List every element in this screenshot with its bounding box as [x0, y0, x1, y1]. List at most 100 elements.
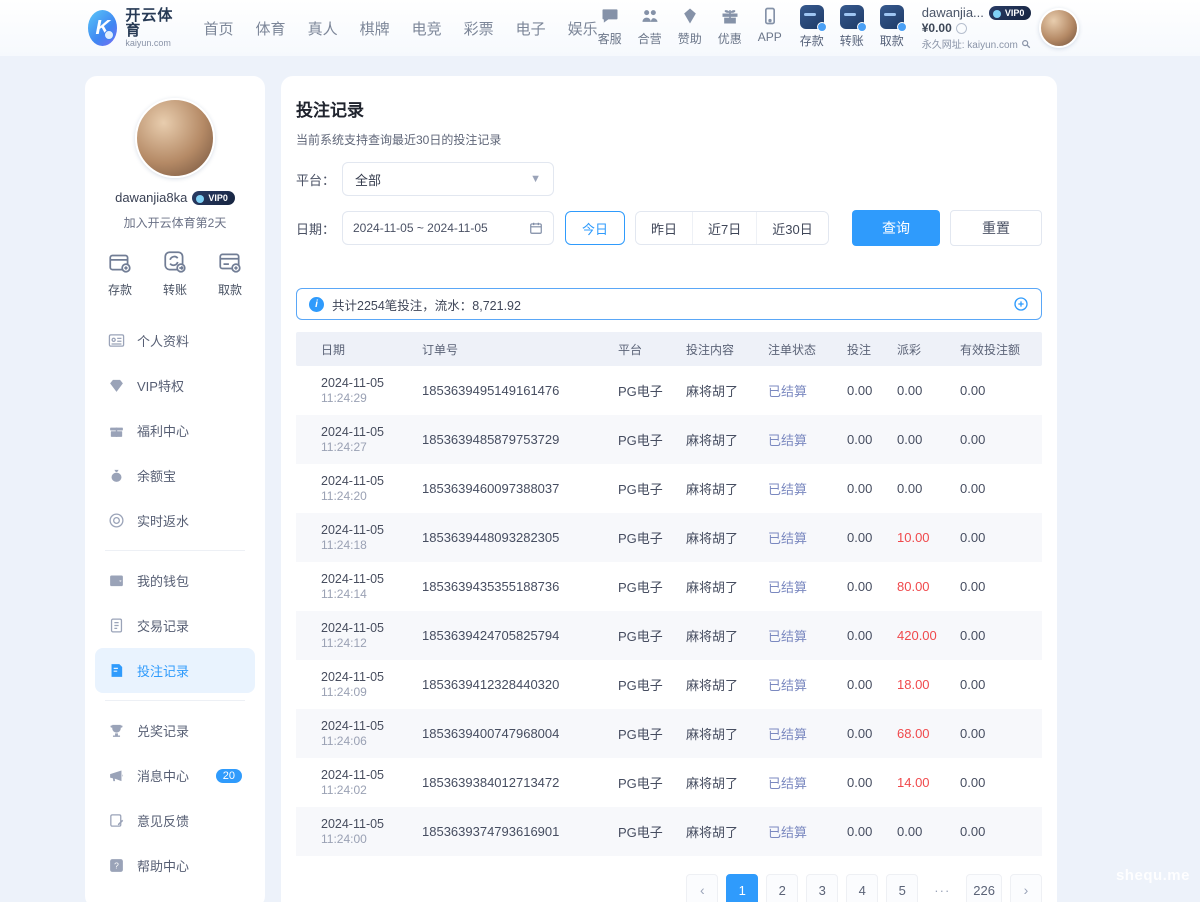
sidebar-item-yuebao[interactable]: 余额宝	[95, 453, 255, 498]
promo-label: 优惠	[718, 30, 742, 47]
page-button-1[interactable]: 1	[726, 874, 758, 902]
wallet-links: 存款 转账 取款	[800, 5, 904, 49]
cell-bet: 0.00	[847, 775, 897, 790]
sidebar-item-messages[interactable]: 消息中心 20	[95, 753, 255, 798]
date-range-input[interactable]: 2024-11-05 ~ 2024-11-05	[342, 211, 554, 245]
sidebar-item-profile[interactable]: 个人资料	[95, 318, 255, 363]
football-icon	[104, 30, 114, 40]
site-logo[interactable]: K 开云体育 kaiyun.com	[88, 8, 178, 49]
yesterday-filter-button[interactable]: 昨日	[636, 212, 692, 244]
deposit-icon	[800, 5, 824, 29]
search-button[interactable]: 查询	[852, 210, 940, 246]
withdraw-link[interactable]: 取款	[880, 5, 904, 49]
next-page-button[interactable]: ›	[1010, 874, 1042, 902]
info-icon: i	[309, 297, 324, 312]
cell-content: 麻将胡了	[686, 773, 768, 792]
sidebar-item-rebate[interactable]: 实时返水	[95, 498, 255, 543]
cell-payout: 10.00	[897, 530, 960, 545]
last7days-filter-button[interactable]: 近7日	[692, 212, 756, 244]
permanent-site: 永久网址: kaiyun.com	[922, 36, 1018, 51]
partner-label: 合营	[638, 30, 662, 47]
cell-content: 麻将胡了	[686, 675, 768, 694]
nav-live[interactable]: 真人	[308, 18, 338, 39]
magnifier-icon[interactable]	[1021, 39, 1031, 49]
page-button-3[interactable]: 3	[806, 874, 838, 902]
sidebar-item-transactions[interactable]: 交易记录	[95, 603, 255, 648]
table-header: 日期 订单号 平台 投注内容 注单状态 投注 派彩 有效投注额	[296, 332, 1042, 366]
platform-select[interactable]: 全部 ▼	[342, 162, 554, 196]
sidebar-item-prize-records[interactable]: 兑奖记录	[95, 708, 255, 753]
username[interactable]: dawanjia...	[922, 5, 984, 20]
last30days-filter-button[interactable]: 近30日	[756, 212, 827, 244]
calendar-icon	[529, 221, 543, 235]
col-date: 日期	[321, 341, 422, 358]
logo-title: 开云体育	[125, 8, 177, 38]
cell-status: 已结算	[768, 381, 847, 400]
sponsor-link[interactable]: 赞助	[678, 5, 702, 47]
transfer-link[interactable]: 转账	[840, 5, 864, 49]
id-card-icon	[108, 332, 125, 349]
gift-icon	[108, 422, 125, 439]
table-row: 2024-11-0511:24:12 1853639424705825794 P…	[296, 611, 1042, 660]
money-pouch-icon	[108, 467, 125, 484]
prev-page-button[interactable]: ‹	[686, 874, 718, 902]
cell-bet: 0.00	[847, 726, 897, 741]
nav-entertainment[interactable]: 娱乐	[568, 18, 598, 39]
nav-home[interactable]: 首页	[204, 18, 234, 39]
avatar[interactable]	[135, 98, 215, 178]
pagination-ellipsis[interactable]: ···	[926, 874, 958, 902]
cell-order: 1853639400747968004	[422, 726, 618, 741]
nav-sports[interactable]: 体育	[256, 18, 286, 39]
page-button-5[interactable]: 5	[886, 874, 918, 902]
nav-lottery[interactable]: 彩票	[464, 18, 494, 39]
col-bet: 投注	[847, 341, 897, 358]
sidebar-item-label: VIP特权	[137, 376, 184, 395]
col-platform: 平台	[618, 341, 686, 358]
phone-icon	[759, 5, 781, 27]
partner-link[interactable]: 合营	[638, 5, 662, 47]
cell-platform: PG电子	[618, 724, 686, 743]
sidebar-item-vip[interactable]: VIP特权	[95, 363, 255, 408]
cell-content: 麻将胡了	[686, 626, 768, 645]
deposit-link[interactable]: 存款	[800, 5, 824, 49]
sidebar-transfer-button[interactable]: 转账	[162, 249, 188, 298]
chat-icon	[599, 5, 621, 27]
sidebar: dawanjia8ka VIP0 加入开云体育第2天 存款 转账 取款 个人资料	[85, 76, 265, 902]
cell-order: 1853639495149161476	[422, 383, 618, 398]
main-panel: 投注记录 当前系统支持查询最近30日的投注记录 平台： 全部 ▼ 日期： 202…	[281, 76, 1057, 902]
sidebar-item-label: 交易记录	[137, 616, 189, 635]
page-button-last[interactable]: 226	[966, 874, 1002, 902]
cell-platform: PG电子	[618, 479, 686, 498]
sidebar-item-welfare[interactable]: 福利中心	[95, 408, 255, 453]
today-filter-button[interactable]: 今日	[565, 211, 625, 245]
transfer-icon	[840, 5, 864, 29]
page-button-2[interactable]: 2	[766, 874, 798, 902]
sidebar-item-help[interactable]: ? 帮助中心	[95, 843, 255, 888]
summary-bar: i 共计2254笔投注，流水：8,721.92	[296, 288, 1042, 320]
cell-payout: 18.00	[897, 677, 960, 692]
sidebar-item-label: 福利中心	[137, 421, 189, 440]
page-button-4[interactable]: 4	[846, 874, 878, 902]
cell-content: 麻将胡了	[686, 528, 768, 547]
sidebar-item-feedback[interactable]: 意见反馈	[95, 798, 255, 843]
vip-badge: VIP0	[989, 6, 1032, 20]
sidebar-item-label: 投注记录	[137, 661, 189, 680]
nav-esports[interactable]: 电竞	[412, 18, 442, 39]
sidebar-item-wallet[interactable]: 我的钱包	[95, 558, 255, 603]
sidebar-withdraw-button[interactable]: 取款	[217, 249, 243, 298]
refresh-balance-icon[interactable]	[956, 23, 967, 34]
cell-order: 1853639374793616901	[422, 824, 618, 839]
cell-order: 1853639460097388037	[422, 481, 618, 496]
expand-icon[interactable]	[1013, 296, 1029, 312]
service-link[interactable]: 客服	[598, 5, 622, 47]
cell-status: 已结算	[768, 724, 847, 743]
avatar[interactable]	[1039, 8, 1079, 48]
transfer-label: 转账	[840, 32, 864, 49]
promo-link[interactable]: 优惠	[718, 5, 742, 47]
nav-chess[interactable]: 棋牌	[360, 18, 390, 39]
nav-slots[interactable]: 电子	[516, 18, 546, 39]
sidebar-deposit-button[interactable]: 存款	[107, 249, 133, 298]
reset-button[interactable]: 重置	[950, 210, 1042, 246]
sidebar-item-bet-records[interactable]: 投注记录	[95, 648, 255, 693]
app-link[interactable]: APP	[758, 5, 782, 47]
